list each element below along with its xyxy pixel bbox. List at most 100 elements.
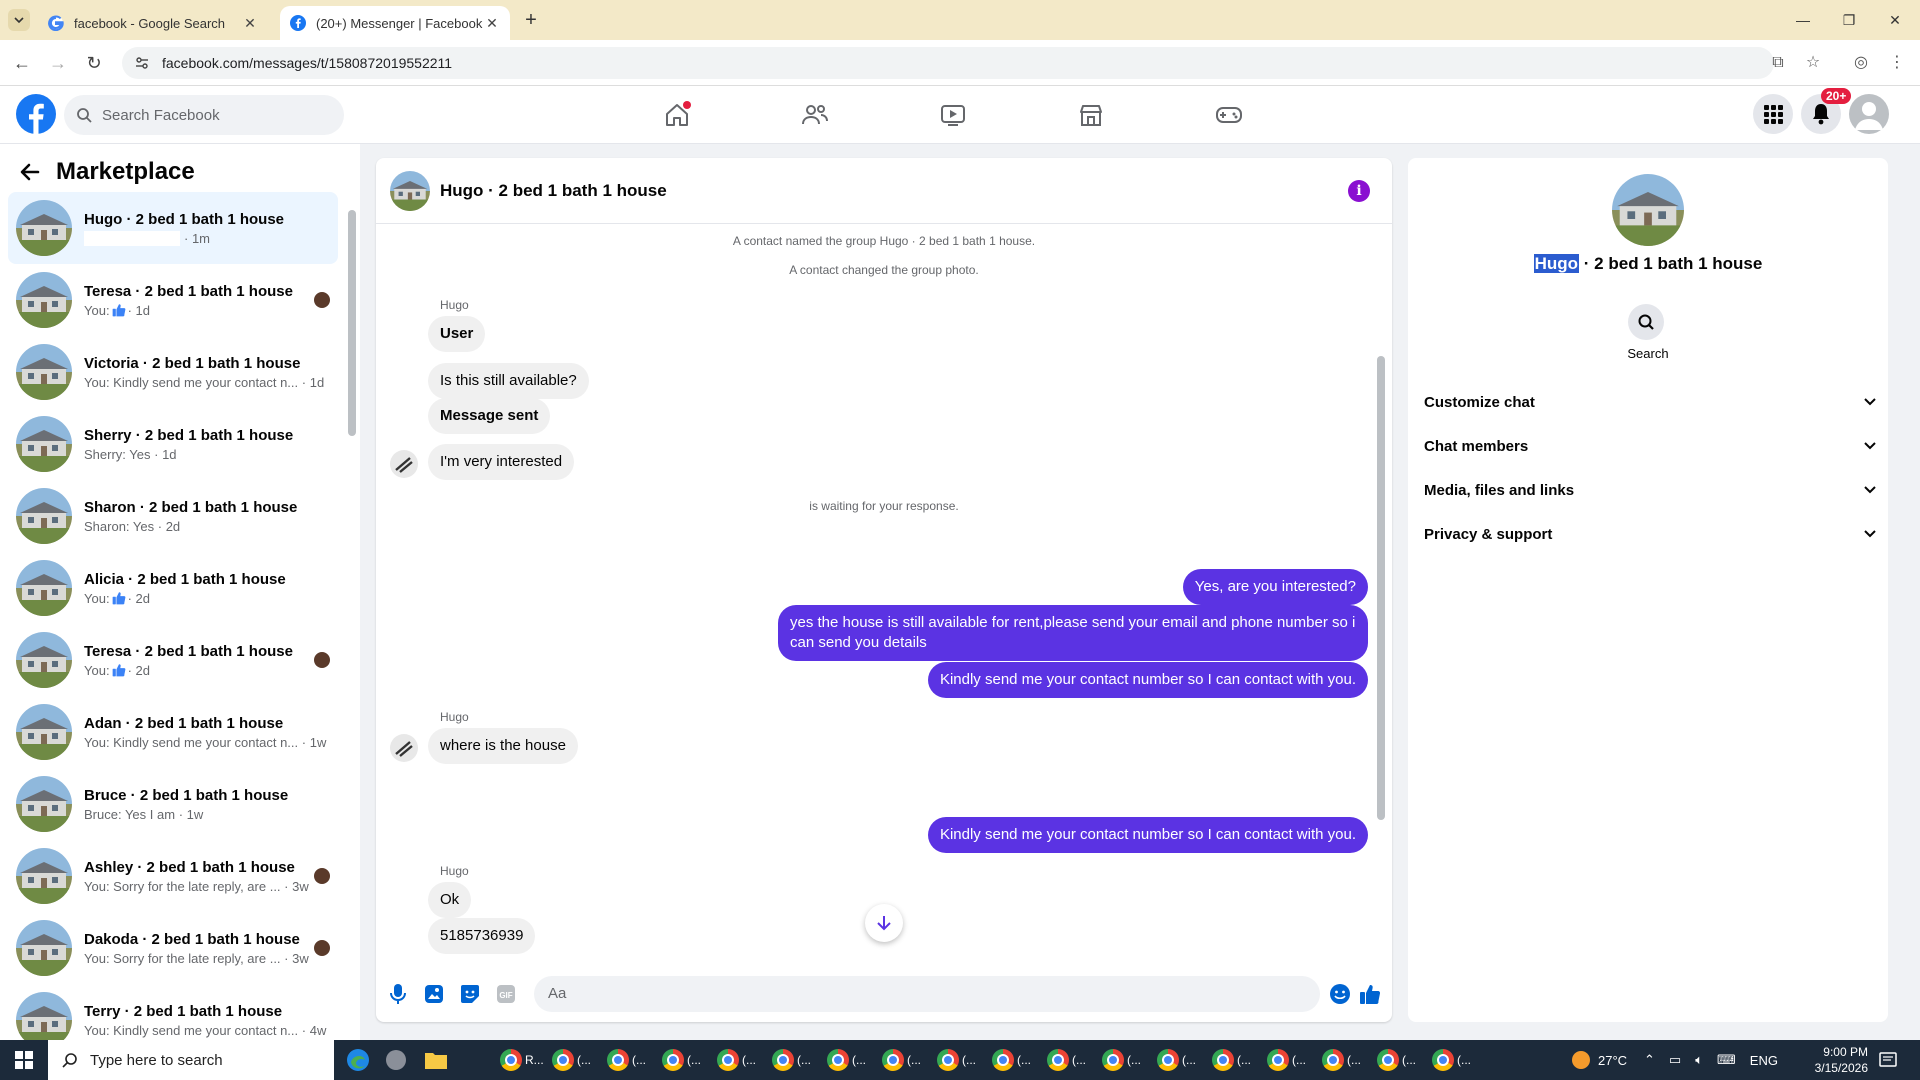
chrome-taskbar-icon[interactable]: (...	[552, 1046, 591, 1074]
volume-icon[interactable]: 🔈︎	[1695, 1052, 1703, 1068]
info-icon[interactable]: i	[1348, 180, 1370, 202]
privacy-support-section[interactable]: Privacy & support	[1424, 512, 1876, 556]
chrome-taskbar-icon[interactable]: (...	[717, 1046, 756, 1074]
conversation-item[interactable]: Victoria · 2 bed 1 bath 1 house You: Kind…	[8, 336, 338, 408]
chrome-taskbar-icon[interactable]: (...	[662, 1046, 701, 1074]
chrome-taskbar-icon[interactable]: (...	[992, 1046, 1031, 1074]
facebook-logo-icon[interactable]	[16, 94, 56, 134]
message-input[interactable]: Aa	[534, 976, 1320, 1012]
bookmark-star-icon[interactable]: ☆	[1802, 52, 1824, 74]
conversation-item[interactable]: Hugo · 2 bed 1 bath 1 house · 1m	[8, 192, 338, 264]
customize-chat-section[interactable]: Customize chat	[1424, 380, 1876, 424]
minimize-icon[interactable]: —	[1780, 8, 1826, 32]
sender-avatar[interactable]	[390, 734, 418, 762]
chrome-taskbar-icon[interactable]: (...	[1322, 1046, 1361, 1074]
conversation-item[interactable]: Alicia · 2 bed 1 bath 1 house You: · 2d	[8, 552, 338, 624]
search-in-chat-button[interactable]	[1628, 304, 1664, 340]
gif-icon[interactable]: GIF	[494, 982, 518, 1006]
taskbar-search-input[interactable]: Type here to search	[48, 1040, 334, 1080]
chat-avatar[interactable]	[390, 170, 430, 211]
conversation-item[interactable]: Teresa · 2 bed 1 bath 1 house You: · 2d	[8, 624, 338, 696]
photo-icon[interactable]	[422, 982, 446, 1006]
chevron-up-icon[interactable]: ⌃	[1644, 1052, 1655, 1068]
sidebar-scrollbar[interactable]	[348, 196, 356, 1032]
network-icon[interactable]: ▭	[1669, 1052, 1681, 1068]
system-tray[interactable]: ⌃ ▭ 🔈︎ ⌨ ENG	[1644, 1040, 1778, 1080]
profile-icon[interactable]: ◎	[1850, 52, 1872, 74]
chrome-taskbar-icon[interactable]: (...	[1432, 1046, 1471, 1074]
facebook-search-input[interactable]: Search Facebook	[64, 95, 344, 135]
clock[interactable]: 9:00 PM 3/15/2026	[1815, 1044, 1868, 1076]
chrome-taskbar-icon[interactable]: (...	[1377, 1046, 1416, 1074]
chat-scrollbar[interactable]	[1376, 230, 1386, 966]
chrome-taskbar-icon[interactable]: (...	[882, 1046, 921, 1074]
sender-avatar[interactable]	[390, 450, 418, 478]
install-app-icon[interactable]: ⧉	[1767, 52, 1789, 74]
emoji-icon[interactable]	[1328, 982, 1352, 1006]
chrome-taskbar-icon[interactable]: (...	[1102, 1046, 1141, 1074]
conversation-item[interactable]: Adan · 2 bed 1 bath 1 house You: Kindly s…	[8, 696, 338, 768]
edge-taskbar-icon[interactable]	[346, 1046, 370, 1074]
account-avatar[interactable]	[1849, 94, 1889, 134]
taskbar-app-label: (...	[797, 1053, 811, 1067]
scroll-to-bottom-button[interactable]	[865, 904, 903, 942]
home-tab[interactable]	[657, 95, 697, 135]
forward-icon[interactable]: →	[46, 51, 70, 75]
chat-title[interactable]: Hugo · 2 bed 1 bath 1 house	[440, 181, 667, 201]
chrome-taskbar-icon[interactable]: (...	[772, 1046, 811, 1074]
chat-info-panel: Hugo · 2 bed 1 bath 1 house Search Custo…	[1408, 158, 1888, 1022]
chrome-taskbar-icon[interactable]: (...	[607, 1046, 646, 1074]
microphone-icon[interactable]	[386, 982, 410, 1006]
taskbar-app-label: (...	[1182, 1053, 1196, 1067]
restore-icon[interactable]: ❐	[1826, 8, 1872, 32]
group-avatar[interactable]	[1612, 174, 1684, 246]
thumbs-up-icon[interactable]	[1358, 982, 1382, 1006]
conversation-item[interactable]: Dakoda · 2 bed 1 bath 1 house You: Sorry …	[8, 912, 338, 984]
chrome-taskbar-icon[interactable]: (...	[827, 1046, 866, 1074]
chrome-taskbar-icon[interactable]: (...	[1267, 1046, 1306, 1074]
app-taskbar-icon[interactable]	[384, 1046, 408, 1074]
media-files-links-section[interactable]: Media, files and links	[1424, 468, 1876, 512]
tab-search-dropdown[interactable]	[8, 9, 30, 31]
chrome-taskbar-icon[interactable]: (...	[937, 1046, 976, 1074]
browser-tab-google[interactable]: facebook - Google Search ✕	[38, 6, 268, 40]
language-indicator[interactable]: ENG	[1750, 1053, 1778, 1068]
weather-widget[interactable]: 27°C	[1572, 1040, 1627, 1080]
conversation-item[interactable]: Sherry · 2 bed 1 bath 1 house Sherry: Yes…	[8, 408, 338, 480]
friends-tab[interactable]	[795, 95, 835, 135]
chrome-menu-icon[interactable]: ⋮	[1886, 52, 1908, 74]
chrome-taskbar-icon[interactable]: R...	[500, 1046, 544, 1074]
chrome-taskbar-icon[interactable]: (...	[1157, 1046, 1196, 1074]
conversation-item[interactable]: Bruce · 2 bed 1 bath 1 house Bruce: Yes I…	[8, 768, 338, 840]
chrome-taskbar-icon[interactable]: (...	[1212, 1046, 1251, 1074]
system-message: is waiting for your response.	[809, 499, 959, 513]
sticker-icon[interactable]	[458, 982, 482, 1006]
conversation-item[interactable]: Ashley · 2 bed 1 bath 1 house You: Sorry …	[8, 840, 338, 912]
file-explorer-icon[interactable]	[424, 1046, 448, 1074]
close-tab-icon[interactable]: ✕	[484, 15, 500, 31]
url-input[interactable]: facebook.com/messages/t/1580872019552211	[122, 47, 1774, 79]
reload-icon[interactable]: ↻	[82, 51, 106, 75]
notification-center-icon[interactable]	[1878, 1040, 1898, 1080]
close-tab-icon[interactable]: ✕	[242, 15, 258, 31]
keyboard-icon[interactable]: ⌨	[1717, 1052, 1736, 1068]
conversation-item[interactable]: Sharon · 2 bed 1 bath 1 house Sharon: Yes…	[8, 480, 338, 552]
chrome-taskbar-icon[interactable]: (...	[1047, 1046, 1086, 1074]
windows-start-button[interactable]	[0, 1040, 48, 1080]
marketplace-tab[interactable]	[1071, 95, 1111, 135]
site-info-icon[interactable]	[134, 55, 150, 71]
conversation-preview: You: · 1d	[84, 302, 150, 318]
menu-button[interactable]	[1753, 94, 1793, 134]
conversation-item[interactable]: Teresa · 2 bed 1 bath 1 house You: · 1d	[8, 264, 338, 336]
new-tab-button[interactable]: +	[520, 9, 542, 31]
video-tab[interactable]	[933, 95, 973, 135]
chat-members-section[interactable]: Chat members	[1424, 424, 1876, 468]
user-avatar-icon	[1855, 102, 1883, 130]
browser-tab-messenger[interactable]: (20+) Messenger | Facebook ✕	[280, 6, 510, 40]
back-arrow-icon[interactable]	[18, 160, 42, 184]
close-window-icon[interactable]: ✕	[1872, 8, 1918, 32]
taskbar-app-label: (...	[1402, 1053, 1416, 1067]
notifications-button[interactable]: 20+	[1801, 88, 1852, 134]
back-icon[interactable]: ←	[10, 51, 34, 75]
gaming-tab[interactable]	[1209, 95, 1249, 135]
